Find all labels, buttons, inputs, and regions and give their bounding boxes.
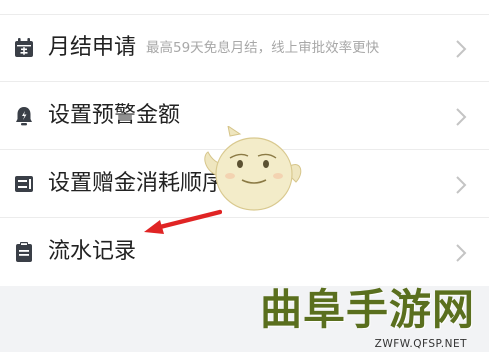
divider	[0, 81, 489, 82]
menu-item-hint: 最高59天免息月结，线上审批效率更快	[146, 40, 380, 56]
menu-item-label: 流水记录	[48, 239, 137, 264]
watermark-title: 曲阜手游网	[259, 285, 475, 334]
chevron-right-icon	[455, 243, 467, 263]
menu-item-monthly-settlement[interactable]: 月结申请 最高59天免息月结，线上审批效率更快	[0, 15, 489, 82]
menu-item-label: 设置赠金消耗顺序	[48, 171, 225, 196]
alert-bell-icon	[14, 105, 34, 127]
list-order-icon	[14, 173, 34, 195]
watermark: 曲阜手游网 ZWFW.QFSP.NET	[259, 285, 475, 351]
menu-item-label: 月结申请	[48, 35, 137, 60]
menu-item-transaction-records[interactable]: 流水记录	[0, 219, 489, 286]
menu-item-label: 设置预警金额	[48, 103, 181, 128]
annotation-arrow-icon	[140, 208, 223, 238]
chevron-right-icon	[455, 175, 467, 195]
chevron-right-icon	[455, 107, 467, 127]
watermark-url: ZWFW.QFSP.NET	[374, 338, 467, 350]
clipboard-icon	[14, 241, 34, 263]
calendar-icon	[14, 37, 34, 59]
chevron-right-icon	[455, 39, 467, 59]
mascot-sticker	[200, 124, 306, 218]
